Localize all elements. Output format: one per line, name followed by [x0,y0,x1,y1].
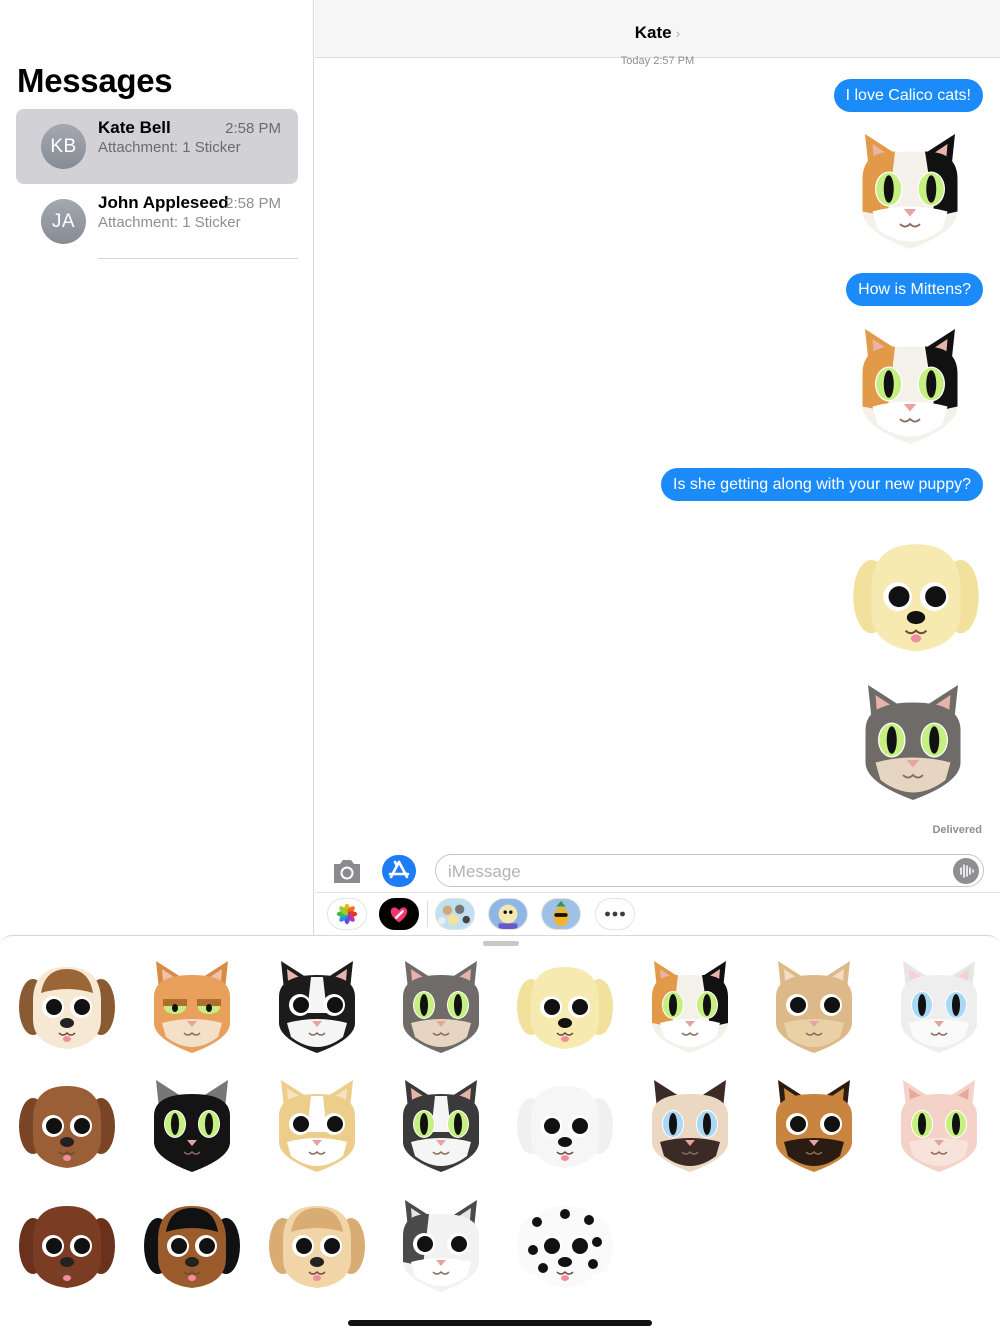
home-indicator [348,1320,652,1326]
audio-message-button[interactable] [953,858,979,884]
chocolate-poodle-sticker[interactable] [15,1192,119,1296]
white-cat-sticker[interactable] [887,953,991,1057]
corgi-sticker[interactable] [265,1072,369,1176]
heart-icon [390,907,408,923]
black-cat-sticker[interactable] [140,1072,244,1176]
gray-tabby-cat-sticker[interactable] [389,953,493,1057]
calico-cat-sticker[interactable] [638,953,742,1057]
digital-touch-app-icon[interactable] [379,898,419,930]
golden-puppy-sticker[interactable] [842,526,990,662]
delivery-status: Delivered [932,824,982,836]
message-preview: Attachment: 1 Sticker [98,214,241,231]
contact-name: Kate Bell [98,118,171,137]
more-apps-icon[interactable] [595,898,635,930]
calico-cat-sticker[interactable] [845,305,975,463]
brown-dog-sticker[interactable] [15,1072,119,1176]
message-bubble[interactable]: Is she getting along with your new puppy… [661,468,983,501]
timestamp: Today 2:57 PM [315,55,1000,67]
sticker-pack-puppy-icon[interactable] [488,898,528,930]
message-input-placeholder: iMessage [448,862,521,881]
message-preview: Attachment: 1 Sticker [98,139,241,156]
app-store-icon [388,860,410,879]
ellipsis-icon [605,911,625,917]
tuxedo-cat-sticker[interactable] [389,1072,493,1176]
message-input[interactable]: iMessage [435,854,984,887]
avatar: JA [41,199,86,244]
photos-app-icon[interactable] [327,898,367,930]
white-fluffy-dog-sticker[interactable] [513,1072,617,1176]
black-tan-dog-sticker[interactable] [140,1192,244,1296]
puppy-icon [498,904,518,929]
avatar: KB [41,124,86,169]
siamese-cat-sticker[interactable] [638,1072,742,1176]
golden-puppy-sticker[interactable] [513,953,617,1057]
german-shepherd-sticker[interactable] [762,1072,866,1176]
contact-title-button[interactable]: Kate › [315,23,1000,43]
cocker-spaniel-sticker[interactable] [265,1192,369,1296]
husky-sticker[interactable] [389,1192,493,1296]
timestamp-day: Today [620,55,651,67]
pink-cat-sticker[interactable] [887,1072,991,1176]
message-bubble[interactable]: I love Calico cats! [833,79,983,112]
divider [98,258,298,259]
contact-name: John Appleseed [98,193,229,212]
camera-icon[interactable] [331,857,363,885]
dalmatian-sticker[interactable] [513,1192,617,1296]
chat-panel: Kate › Today 2:57 PM I love Calico cats! … [315,0,1000,936]
timestamp-time: 2:57 PM [653,55,695,67]
message-bubble[interactable]: How is Mittens? [846,273,983,306]
sticker-browser [0,935,1000,1334]
app-drawer [315,892,1000,936]
pineapple-icon [553,900,569,927]
chevron-right-icon: › [675,25,681,41]
conversation-kate-bell[interactable]: KB Kate Bell 2:58 PM Attachment: 1 Stick… [16,109,298,184]
tabby-cat-sticker[interactable] [848,660,978,820]
app-store-button[interactable] [382,855,416,887]
sticker-pack-pineapple-icon[interactable] [541,898,581,930]
message-time: 2:58 PM [225,120,281,137]
conversation-john-appleseed[interactable]: JA John Appleseed 2:58 PM Attachment: 1 … [16,184,298,259]
drag-handle[interactable] [483,941,519,946]
photos-icon [336,903,358,925]
beagle-sticker[interactable] [15,953,119,1057]
sticker-pack-icon [438,904,470,926]
boston-terrier-sticker[interactable] [265,953,369,1057]
waveform-icon [960,864,974,878]
divider [427,901,428,927]
message-time: 2:58 PM [225,195,281,212]
sticker-pack-cats-dogs-icon[interactable] [435,898,475,930]
page-title: Messages [17,62,173,99]
calico-cat-sticker[interactable] [845,110,975,268]
chihuahua-sticker[interactable] [762,953,866,1057]
orange-tabby-cat-sticker[interactable] [140,953,244,1057]
contact-title: Kate [634,23,672,42]
chat-header: Kate › [315,0,1000,58]
